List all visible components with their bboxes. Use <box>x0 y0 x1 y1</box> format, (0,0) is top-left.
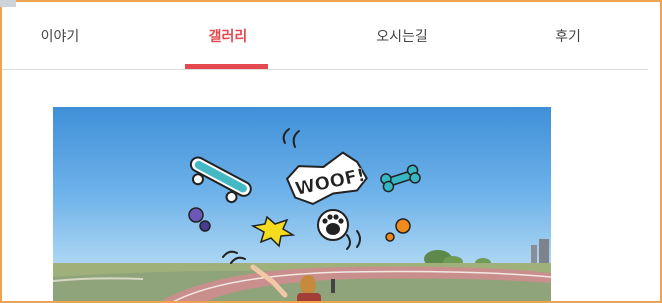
tab-review[interactable]: 후기 <box>548 26 588 46</box>
photo-scene: WOOF! <box>53 128 551 303</box>
bone-icon <box>380 164 421 193</box>
woof-sticker: WOOF! <box>285 151 368 206</box>
skateboard-icon <box>189 156 252 204</box>
post <box>331 279 335 293</box>
tab-directions[interactable]: 오시는길 <box>366 26 438 46</box>
tab-gallery[interactable]: 갤러리 <box>200 26 256 46</box>
tab-story[interactable]: 이야기 <box>36 26 84 46</box>
gallery-photo[interactable]: WOOF! <box>53 107 551 303</box>
tabs-divider <box>0 69 648 70</box>
orange-dots-icon <box>385 218 411 242</box>
corner-chip <box>0 0 16 7</box>
tab-bar: 이야기 갤러리 오시는길 후기 <box>0 0 662 70</box>
dots-icon <box>188 207 211 232</box>
star-burst-icon <box>250 215 296 248</box>
paw-icon <box>317 209 349 241</box>
